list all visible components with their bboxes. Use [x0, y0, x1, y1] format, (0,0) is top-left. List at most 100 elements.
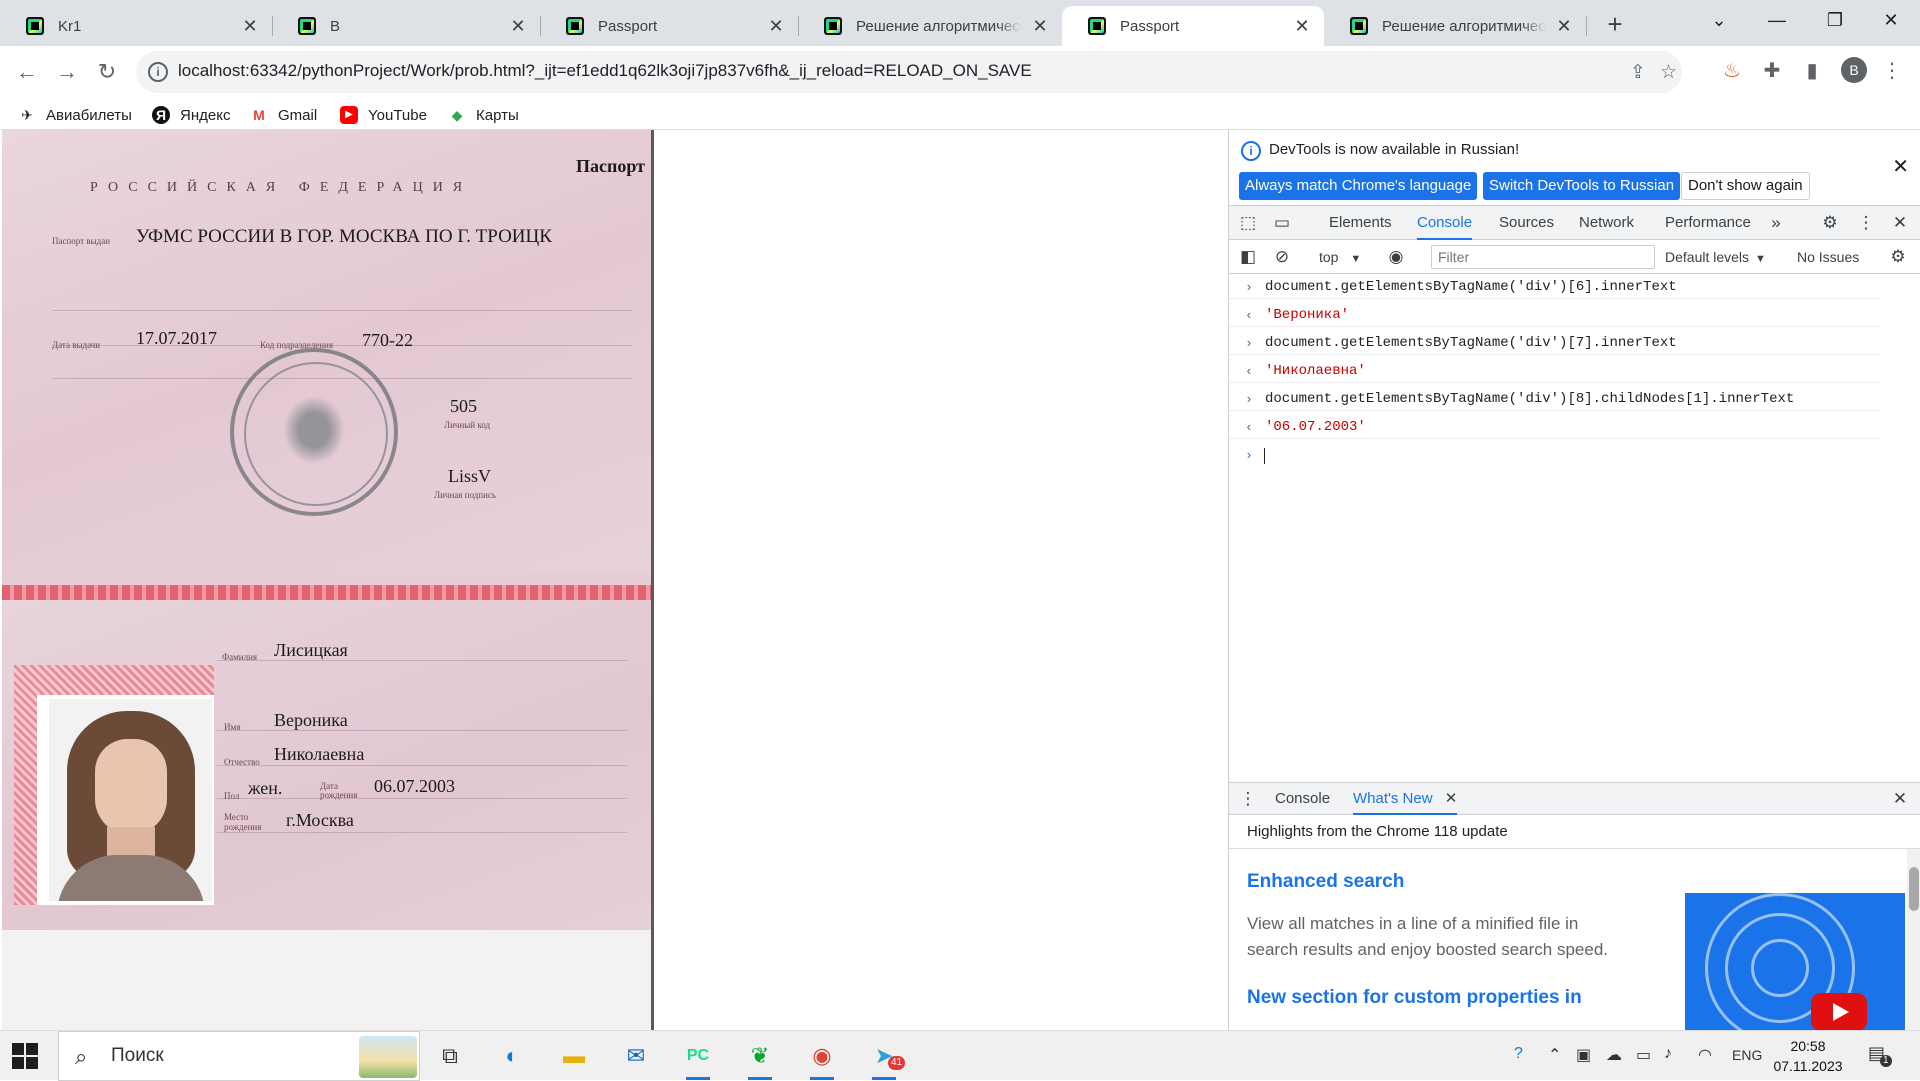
- share-icon[interactable]: ⇪: [1630, 61, 1646, 84]
- input-language[interactable]: ENG: [1732, 1047, 1762, 1063]
- whats-new-item-title[interactable]: New section for custom properties in: [1247, 987, 1582, 1009]
- notification-center-icon[interactable]: ▤ 1: [1868, 1043, 1892, 1067]
- tab-close-icon[interactable]: ✕: [1292, 16, 1312, 36]
- bookmark-item[interactable]: M Gmail: [250, 103, 317, 127]
- console-input-row[interactable]: › document.getElementsByTagName('div')[8…: [1229, 388, 1881, 411]
- tab-close-icon[interactable]: ✕: [508, 16, 528, 36]
- switch-russian-button[interactable]: Switch DevTools to Russian: [1483, 172, 1681, 200]
- tab-close-icon[interactable]: ✕: [240, 16, 260, 36]
- clear-console-icon[interactable]: ⊘: [1271, 246, 1293, 268]
- chrome-icon[interactable]: ◉: [796, 1036, 848, 1080]
- tab-console[interactable]: Console: [1417, 206, 1473, 240]
- tab-elements[interactable]: Elements: [1329, 206, 1392, 240]
- whats-new-item-title[interactable]: Enhanced search: [1247, 871, 1404, 893]
- side-panel-icon[interactable]: ▮: [1799, 58, 1825, 84]
- bookmark-item[interactable]: ◆ Карты: [448, 103, 519, 127]
- profile-avatar[interactable]: B: [1841, 57, 1867, 83]
- settings-gear-icon[interactable]: ⚙: [1819, 212, 1841, 234]
- tab-performance[interactable]: Performance: [1665, 206, 1751, 240]
- more-tabs-chevron-icon[interactable]: »: [1765, 212, 1787, 234]
- log-levels-dropdown[interactable]: Default levels ▼: [1665, 240, 1766, 274]
- console-input-row[interactable]: › document.getElementsByTagName('div')[6…: [1229, 276, 1881, 299]
- drawer-tab-bar: ⋮ Console What's New ✕ ✕: [1229, 783, 1920, 815]
- browser-tab[interactable]: Passport ✕: [540, 6, 798, 46]
- bookmark-star-icon[interactable]: ☆: [1660, 61, 1677, 84]
- device-toolbar-icon[interactable]: ▭: [1271, 212, 1293, 234]
- address-bar[interactable]: i localhost:63342/pythonProject/Work/pro…: [136, 51, 1682, 93]
- console-settings-gear-icon[interactable]: ⚙: [1887, 246, 1909, 268]
- issues-counter[interactable]: No Issues: [1797, 240, 1859, 274]
- tab-close-icon[interactable]: ✕: [766, 16, 786, 36]
- tab-network[interactable]: Network: [1579, 206, 1634, 240]
- console-filter-input[interactable]: [1431, 245, 1655, 269]
- live-expression-eye-icon[interactable]: ◉: [1385, 246, 1407, 268]
- infobar-close-icon[interactable]: ✕: [1892, 154, 1909, 179]
- battery-icon[interactable]: ▭: [1636, 1045, 1651, 1065]
- console-result-row[interactable]: ‹ 'Николаевна': [1229, 360, 1881, 383]
- reload-button[interactable]: ↻: [90, 55, 124, 89]
- page-content: Паспорт РОССИЙСКАЯ ФЕДЕРАЦИЯ Паспорт выд…: [0, 130, 1228, 1030]
- tray-chevron-up-icon[interactable]: ⌃: [1548, 1045, 1561, 1065]
- tab-search-chevron-icon[interactable]: ⌄: [1690, 0, 1748, 40]
- evernote-icon[interactable]: ❦: [734, 1036, 786, 1080]
- whats-new-video-thumbnail[interactable]: [1685, 893, 1905, 1031]
- drawer-tab-whats-new[interactable]: What's New ✕: [1353, 783, 1458, 815]
- bookmark-item[interactable]: ▶ YouTube: [340, 103, 427, 127]
- tab-sources[interactable]: Sources: [1499, 206, 1554, 240]
- extensions-puzzle-icon[interactable]: ✚: [1759, 58, 1785, 84]
- mail-icon[interactable]: ✉: [610, 1036, 662, 1076]
- forward-button[interactable]: →: [50, 55, 84, 89]
- help-icon[interactable]: ?: [1514, 1045, 1523, 1063]
- console-input-row[interactable]: › document.getElementsByTagName('div')[7…: [1229, 332, 1881, 355]
- browser-tab[interactable]: Решение алгоритмическо ✕: [798, 6, 1062, 46]
- file-explorer-icon[interactable]: ▬: [548, 1036, 600, 1076]
- browser-tab[interactable]: Kr1 ✕: [0, 6, 272, 46]
- drawer-scrollbar[interactable]: [1907, 849, 1920, 1031]
- menu-kebab-icon[interactable]: ⋮: [1879, 58, 1905, 84]
- youtube-play-icon[interactable]: [1811, 993, 1867, 1031]
- dont-show-again-button[interactable]: Don't show again: [1681, 172, 1810, 200]
- minimize-button[interactable]: —: [1748, 0, 1806, 40]
- task-view-icon[interactable]: ⧉: [424, 1036, 476, 1076]
- inspect-element-icon[interactable]: ⬚: [1237, 212, 1259, 234]
- drawer-menu-kebab-icon[interactable]: ⋮: [1237, 788, 1259, 810]
- url-text[interactable]: localhost:63342/pythonProject/Work/prob.…: [178, 61, 1032, 81]
- match-language-button[interactable]: Always match Chrome's language: [1239, 172, 1478, 200]
- site-info-icon[interactable]: i: [148, 62, 168, 82]
- extension-fire-icon[interactable]: ♨: [1719, 58, 1745, 84]
- wifi-icon[interactable]: ◠: [1698, 1045, 1712, 1065]
- context-selector[interactable]: top ▼: [1319, 240, 1361, 274]
- onedrive-cloud-icon[interactable]: ☁: [1606, 1045, 1622, 1065]
- devtools-close-icon[interactable]: ✕: [1889, 212, 1911, 234]
- restore-button[interactable]: ❐: [1806, 0, 1864, 40]
- console-output[interactable]: › document.getElementsByTagName('div')[6…: [1229, 274, 1920, 782]
- browser-tab[interactable]: Решение алгоритмическо ✕: [1324, 6, 1586, 46]
- scrollbar-thumb[interactable]: [1909, 867, 1919, 911]
- bookmark-item[interactable]: ✈ Авиабилеты: [18, 103, 132, 127]
- drawer-close-icon[interactable]: ✕: [1889, 788, 1911, 810]
- new-tab-button[interactable]: +: [1600, 10, 1630, 40]
- taskbar-search-box[interactable]: ⌕ Поиск: [58, 1031, 420, 1081]
- tab-close-icon[interactable]: ✕: [1554, 16, 1574, 36]
- pycharm-taskbar-icon[interactable]: PC: [672, 1036, 724, 1080]
- close-window-button[interactable]: ✕: [1862, 0, 1920, 40]
- bookmark-item[interactable]: Я Яндекс: [152, 103, 230, 127]
- signature-value: LissV: [448, 466, 492, 486]
- volume-icon[interactable]: ♪: [1664, 1045, 1672, 1063]
- drawer-tab-console[interactable]: Console: [1275, 783, 1330, 815]
- drawer-tab-close-icon[interactable]: ✕: [1445, 790, 1458, 807]
- console-prompt[interactable]: ›: [1229, 444, 1881, 467]
- edge-icon[interactable]: ◐: [486, 1036, 538, 1076]
- tab-close-icon[interactable]: ✕: [1030, 16, 1050, 36]
- browser-tab[interactable]: B ✕: [272, 6, 540, 46]
- sidebar-toggle-icon[interactable]: ◧: [1237, 246, 1259, 268]
- windows-start-icon[interactable]: [12, 1043, 38, 1069]
- console-result-row[interactable]: ‹ '06.07.2003': [1229, 416, 1881, 439]
- system-clock[interactable]: 20:58 07.11.2023: [1766, 1036, 1850, 1076]
- back-button[interactable]: ←: [10, 55, 44, 89]
- browser-tab-active[interactable]: Passport ✕: [1062, 6, 1324, 46]
- telegram-icon[interactable]: ➤ 41: [858, 1036, 910, 1080]
- meet-now-icon[interactable]: ▣: [1576, 1045, 1591, 1065]
- devtools-menu-kebab-icon[interactable]: ⋮: [1855, 212, 1877, 234]
- console-result-row[interactable]: ‹ 'Вероника': [1229, 304, 1881, 327]
